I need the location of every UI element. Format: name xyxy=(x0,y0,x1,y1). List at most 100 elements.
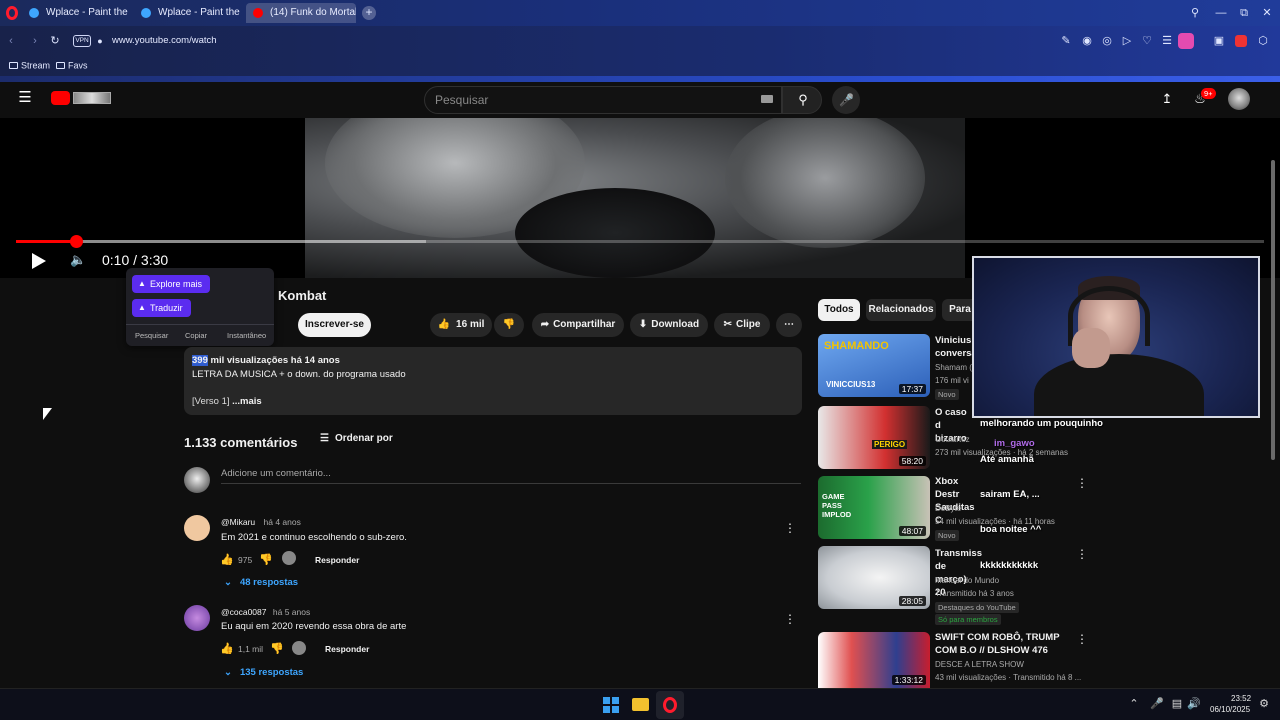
search-input[interactable]: Pesquisar xyxy=(424,86,782,114)
send-icon[interactable]: ▷ xyxy=(1120,34,1134,48)
youtube-wordmark-icon xyxy=(73,92,111,104)
reload-icon[interactable]: ↻ xyxy=(48,34,62,48)
recommendation-thumbnail[interactable]: SHAMANDO VINICCIUS13 17:37 xyxy=(818,334,930,397)
bookmark-folder-stream[interactable]: Stream xyxy=(9,60,50,71)
description-more-link[interactable]: ...mais xyxy=(232,396,262,407)
tray-chevron-up-icon[interactable]: ⌃ xyxy=(1128,697,1140,711)
extension-red-icon[interactable] xyxy=(1235,35,1247,47)
new-tab-plus-icon[interactable]: + xyxy=(362,6,376,20)
video-description[interactable]: 399 mil visualizações há 14 anos LETRA D… xyxy=(184,347,802,415)
add-comment-input[interactable]: Adicione um comentário... xyxy=(221,468,801,484)
minimize-icon[interactable]: — xyxy=(1214,6,1228,20)
video-progress-bar[interactable] xyxy=(16,235,1264,248)
hamburger-menu-icon[interactable]: ☰ xyxy=(16,90,34,105)
account-avatar[interactable] xyxy=(1228,88,1250,110)
sort-comments-button[interactable]: ☰ Ordenar por xyxy=(320,433,393,444)
recommendation-channel[interactable]: Shamam ( xyxy=(935,362,972,374)
popover-copy[interactable]: Copiar xyxy=(185,331,207,340)
popover-snapshot[interactable]: Instantâneo xyxy=(227,331,266,340)
recommendation-channel[interactable]: DESCE A LETRA SHOW xyxy=(935,659,1024,671)
bookmark-folder-favs[interactable]: Favs xyxy=(56,60,88,71)
box-icon[interactable]: ⬡ xyxy=(1256,34,1270,48)
reply-button[interactable]: Responder xyxy=(315,555,359,565)
tray-network-icon[interactable]: ▤ xyxy=(1171,697,1183,711)
share-button[interactable]: ➦ Compartilhar xyxy=(532,313,624,337)
download-button[interactable]: ⬇ Download xyxy=(630,313,708,337)
windows-start-icon[interactable] xyxy=(603,697,619,713)
sidebar-toggle-icon[interactable]: ▣ xyxy=(1212,34,1226,48)
recommendation-channel[interactable]: Goulartez xyxy=(935,434,970,446)
tab-3-active[interactable]: (14) Funk do Mortal Komb xyxy=(246,3,356,23)
page-scrollbar[interactable] xyxy=(1271,160,1275,460)
more-actions-button[interactable]: ⋯ xyxy=(776,313,802,337)
comment-author[interactable]: @coca0087 xyxy=(221,607,267,617)
opera-logo-icon[interactable] xyxy=(6,6,18,20)
recommendation-thumbnail[interactable]: 28:05 xyxy=(818,546,930,609)
recommendation-title[interactable]: Vinicius conversa xyxy=(935,334,977,360)
comment-avatar[interactable] xyxy=(184,605,210,631)
url-field[interactable]: www.youtube.com/watch xyxy=(112,35,217,46)
recommendation-more-icon[interactable]: ⋮ xyxy=(1076,632,1088,646)
show-replies-button[interactable]: ⌄ 135 respostas xyxy=(224,667,303,678)
recommendation-thumbnail[interactable]: PERIGO 58:20 xyxy=(818,406,930,469)
upload-icon[interactable]: ↥ xyxy=(1160,92,1174,106)
clock-time[interactable]: 23:52 xyxy=(1231,694,1251,703)
comment-like-icon[interactable]: 👍 xyxy=(220,642,234,656)
search-tabs-icon[interactable]: ⚲ xyxy=(1188,6,1202,20)
recommendation-thumbnail[interactable]: GAME PASS IMPLOD 48:07 xyxy=(818,476,930,539)
comment-dislike-icon[interactable]: 👎 xyxy=(259,553,273,567)
volume-icon[interactable]: 🔈 xyxy=(70,253,86,267)
comment-time[interactable]: há 4 anos xyxy=(264,517,301,527)
comment-avatar[interactable] xyxy=(184,515,210,541)
reply-button[interactable]: Responder xyxy=(325,644,369,654)
comment-more-icon[interactable]: ⋮ xyxy=(784,612,796,626)
maximize-icon[interactable]: ⧉ xyxy=(1237,6,1251,20)
profile-extension-icon[interactable] xyxy=(1178,33,1194,49)
recommendation-title[interactable]: SWIFT COM ROBÔ, TRUMP COM B.O // DLSHOW … xyxy=(935,631,1070,657)
camera-icon[interactable]: ◉ xyxy=(1080,34,1094,48)
menu-lines-icon[interactable]: ☰ xyxy=(1160,34,1174,48)
comment-more-icon[interactable]: ⋮ xyxy=(784,521,796,535)
notification-center-icon[interactable]: ⚙ xyxy=(1258,697,1270,711)
vpn-badge[interactable]: VPN xyxy=(73,35,91,47)
close-window-icon[interactable]: ✕ xyxy=(1260,6,1274,20)
search-button[interactable]: ⚲ xyxy=(782,86,822,114)
shield-icon[interactable]: ◎ xyxy=(1100,34,1114,48)
explore-more-button[interactable]: ▲ Explore mais xyxy=(132,275,211,293)
recommendation-more-icon[interactable]: ⋮ xyxy=(1076,476,1088,490)
tab-2[interactable]: Wplace - Paint the world xyxy=(134,3,242,23)
back-arrow-icon[interactable]: ‹ xyxy=(4,34,18,48)
dislike-button[interactable]: 👎 xyxy=(494,313,524,337)
tray-mic-icon[interactable]: 🎤 xyxy=(1150,697,1164,711)
opera-taskbar-icon[interactable] xyxy=(656,691,684,719)
edit-icon[interactable]: ✎ xyxy=(1059,34,1073,48)
video-player[interactable]: 🔈 0:10 / 3:30 xyxy=(0,118,1280,278)
chip-relacionados[interactable]: Relacionados xyxy=(866,299,936,321)
subscribe-button[interactable]: Inscrever-se xyxy=(298,313,371,337)
tray-volume-icon[interactable]: 🔊 xyxy=(1187,697,1201,711)
recommendation-channel[interactable]: Manual do Mundo xyxy=(935,575,999,587)
clock-date[interactable]: 06/10/2025 xyxy=(1210,705,1250,714)
heart-icon[interactable]: ♡ xyxy=(1140,34,1154,48)
like-button[interactable]: 👍 16 mil xyxy=(430,313,492,337)
clip-button[interactable]: ✂ Clipe xyxy=(714,313,770,337)
popover-search[interactable]: Pesquisar xyxy=(135,331,168,340)
comment-time[interactable]: há 5 anos xyxy=(273,607,310,617)
comment-author[interactable]: @Mikaru xyxy=(221,517,255,527)
file-explorer-icon[interactable] xyxy=(632,698,649,711)
recommendation-thumbnail[interactable]: 1:33:12 xyxy=(818,632,930,688)
chip-todos[interactable]: Todos xyxy=(818,299,860,321)
recommendation-channel[interactable]: DeByte xyxy=(935,503,961,515)
comment-like-icon[interactable]: 👍 xyxy=(220,553,234,567)
forward-arrow-icon[interactable]: › xyxy=(28,34,42,48)
play-button[interactable] xyxy=(32,253,46,269)
youtube-logo[interactable] xyxy=(51,91,111,105)
show-replies-button[interactable]: ⌄ 48 respostas xyxy=(224,577,298,588)
video-scrubber-handle[interactable] xyxy=(69,235,83,248)
tab-1[interactable]: Wplace - Paint the world xyxy=(22,3,130,23)
comment-dislike-icon[interactable]: 👎 xyxy=(270,642,284,656)
translate-button[interactable]: ▲ Traduzir xyxy=(132,299,191,317)
recommendation-more-icon[interactable]: ⋮ xyxy=(1076,547,1088,561)
voice-search-button[interactable]: 🎤 xyxy=(832,86,860,114)
keyboard-icon[interactable] xyxy=(761,95,773,103)
